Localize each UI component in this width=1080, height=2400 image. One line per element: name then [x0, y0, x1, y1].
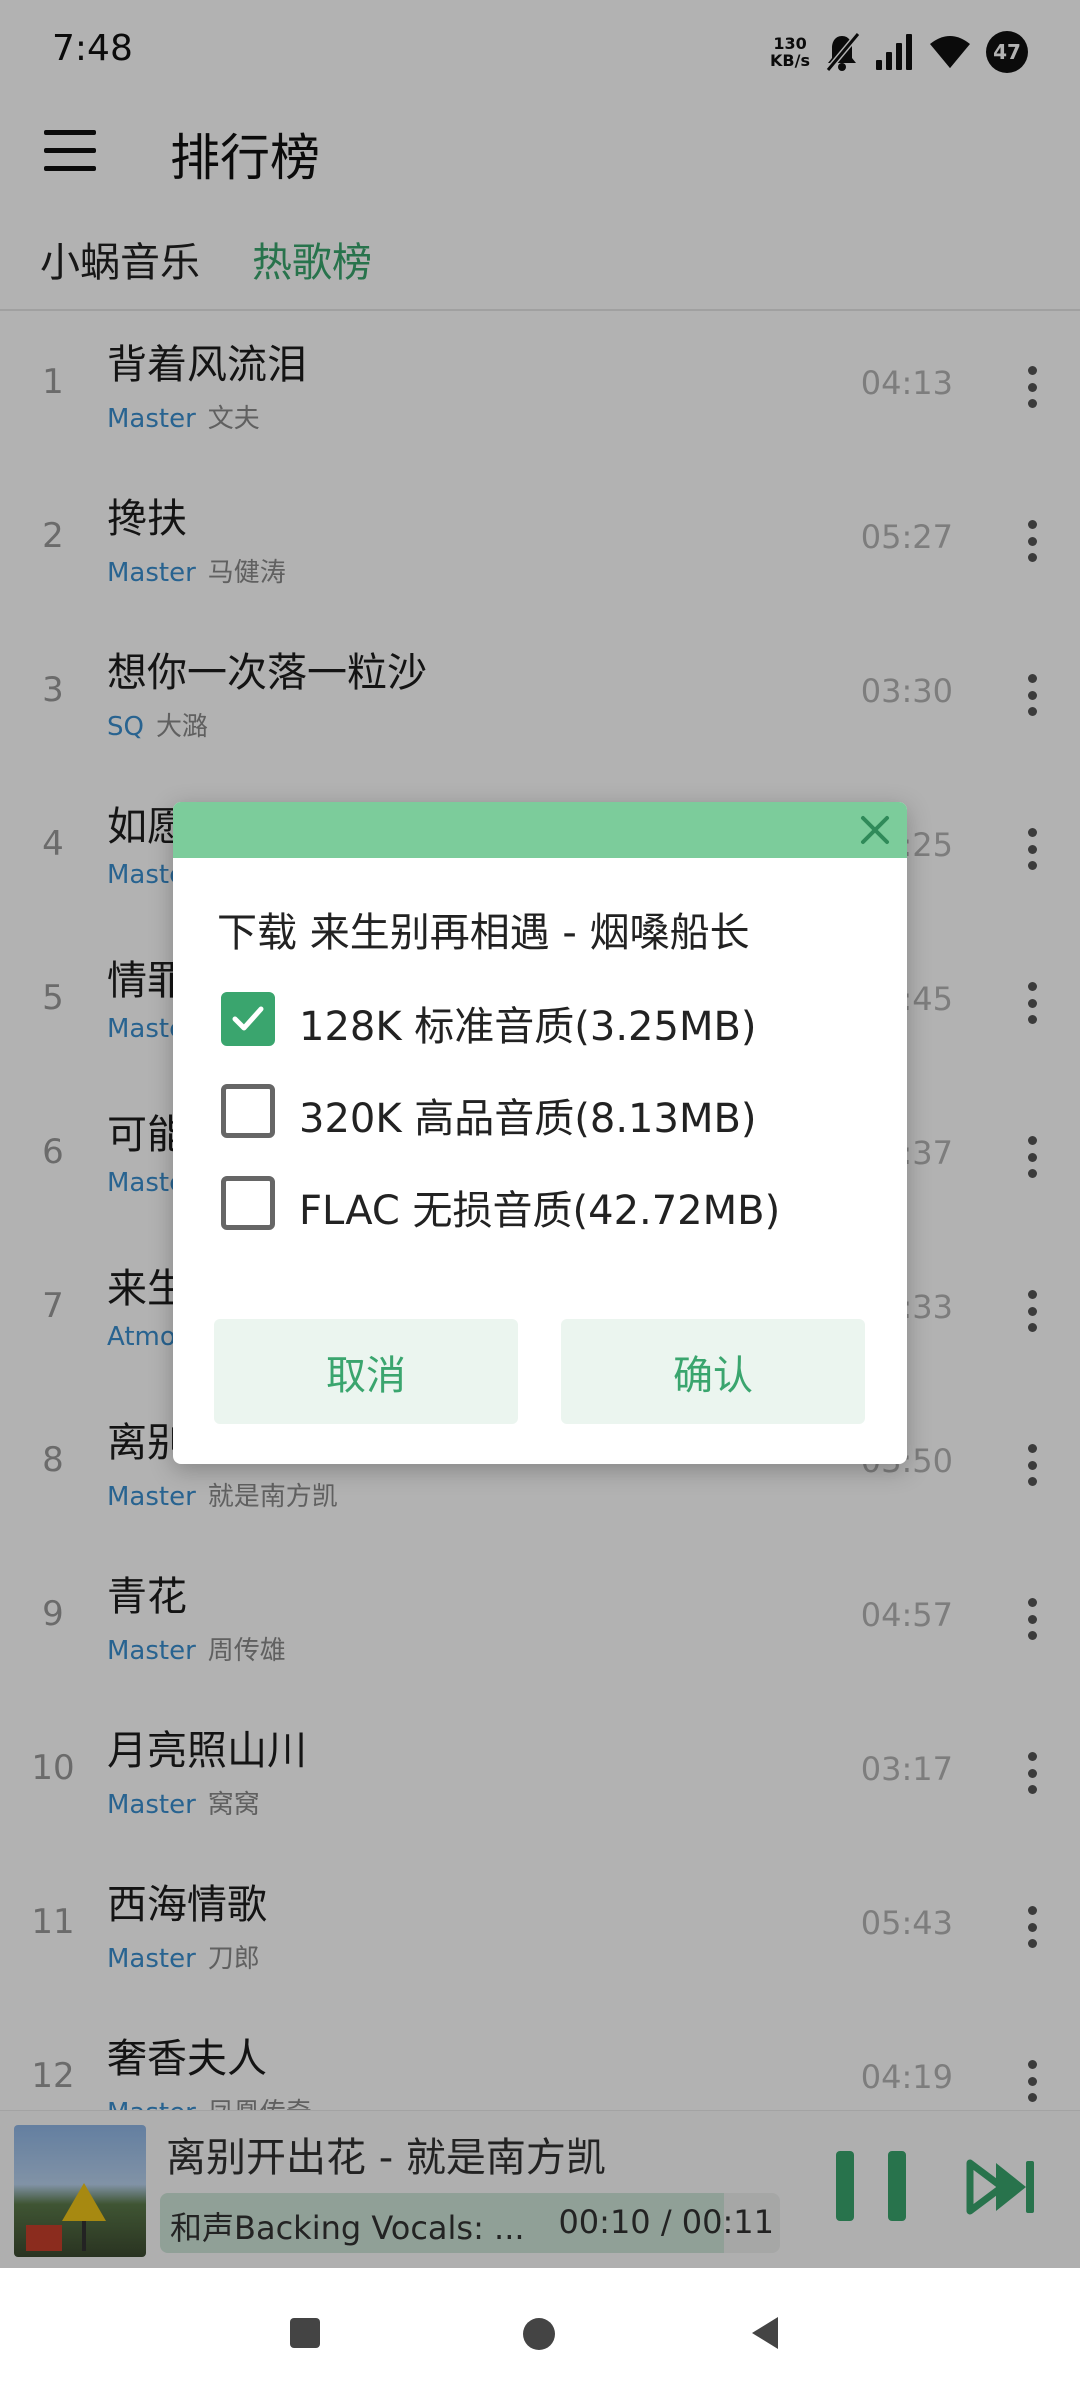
check-icon	[232, 1006, 264, 1031]
home-icon[interactable]	[523, 2318, 555, 2350]
quality-option[interactable]: FLAC 无损音质(42.72MB)	[221, 1166, 861, 1236]
option-checkbox[interactable]	[221, 992, 275, 1046]
quality-option[interactable]: 128K 标准音质(3.25MB)	[221, 982, 861, 1052]
option-checkbox[interactable]	[221, 1176, 275, 1230]
recents-icon[interactable]	[290, 2318, 320, 2348]
option-checkbox[interactable]	[221, 1084, 275, 1138]
option-label: 320K 高品音质(8.13MB)	[299, 1096, 757, 1142]
download-dialog: 下载 来生别再相遇 - 烟嗓船长 128K 标准音质(3.25MB) 320K 高…	[173, 802, 907, 1464]
dialog-title: 下载 来生别再相遇 - 烟嗓船长	[217, 910, 750, 956]
option-label: FLAC 无损音质(42.72MB)	[299, 1188, 781, 1234]
option-label: 128K 标准音质(3.25MB)	[299, 1004, 757, 1050]
dialog-header	[173, 802, 907, 858]
close-icon[interactable]	[855, 810, 895, 850]
confirm-button[interactable]: 确认	[561, 1319, 865, 1424]
quality-option[interactable]: 320K 高品音质(8.13MB)	[221, 1074, 861, 1144]
system-nav-bar	[0, 2268, 1080, 2400]
back-icon[interactable]	[752, 2317, 778, 2349]
cancel-button[interactable]: 取消	[214, 1319, 518, 1424]
